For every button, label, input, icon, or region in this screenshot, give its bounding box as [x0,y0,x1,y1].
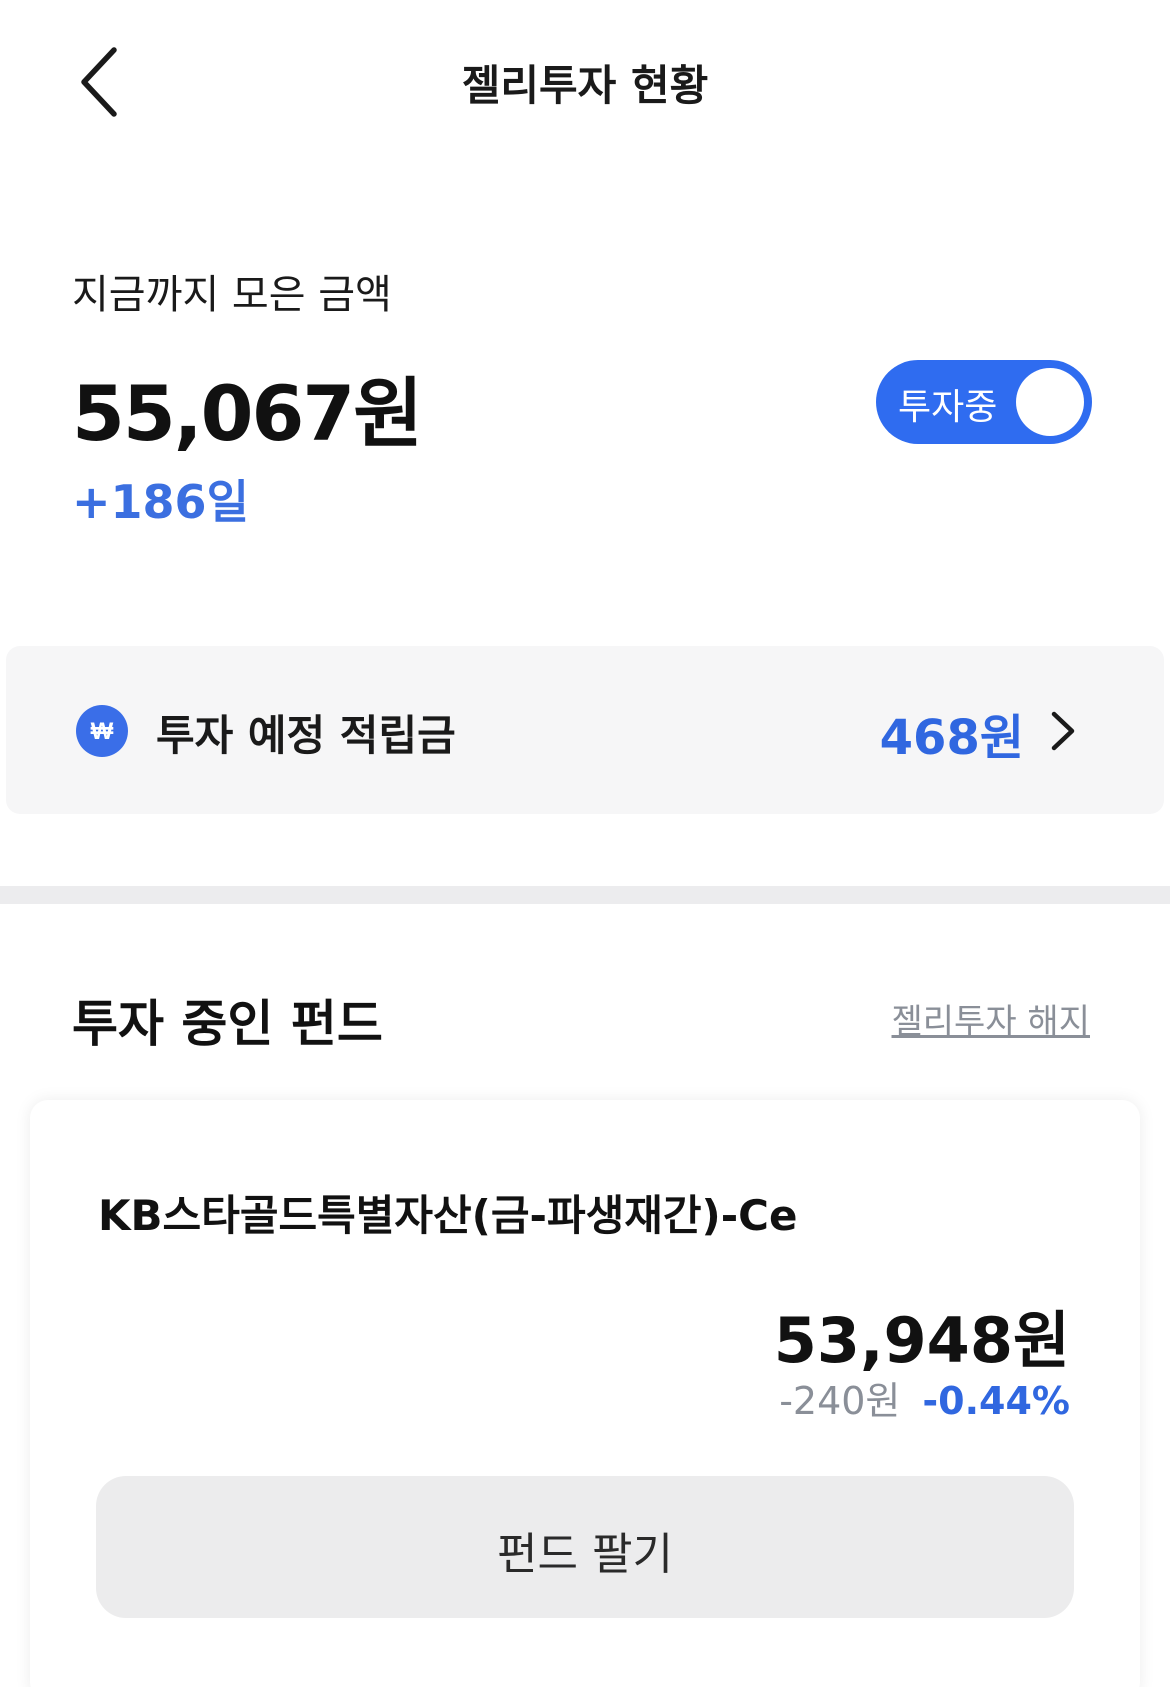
svg-text:₩: ₩ [91,718,114,745]
total-saved-label: 지금까지 모은 금액 [72,272,392,318]
top-bar: 젤리투자 현황 [0,0,1170,160]
toggle-knob [1016,368,1084,436]
investment-days: +186일 [72,475,249,529]
investing-toggle-label: 투자중 [898,387,998,428]
won-icon: ₩ [76,705,128,757]
page-title: 젤리투자 현황 [461,61,709,110]
fund-change: -240원 -0.44% [779,1370,1070,1425]
sell-fund-button[interactable]: 펀드 팔기 [96,1476,1074,1618]
funds-section-title: 투자 중인 펀드 [72,995,383,1053]
fund-change-rate: -0.44% [922,1379,1070,1423]
total-saved-label-wrap: 지금까지 모은 금액 [72,262,392,320]
fund-value: 53,948원 [773,1304,1070,1377]
chevron-right-icon [1048,706,1078,756]
pending-deposit-row[interactable]: ₩ 투자 예정 적립금 468원 [6,646,1164,814]
cancel-jelly-investment-link[interactable]: 젤리투자 해지 [892,994,1091,1043]
section-divider [0,886,1170,904]
fund-card: KB스타골드특별자산(금-파생재간)-Ce 53,948원 -240원 -0.44… [30,1100,1140,1687]
investing-toggle[interactable]: 투자중 [876,360,1092,444]
fund-change-amount: -240원 [779,1379,901,1423]
pending-deposit-label: 투자 예정 적립금 [156,711,456,760]
pending-deposit-amount: 468원 [879,710,1024,766]
sell-fund-button-label: 펀드 팔기 [497,1529,673,1580]
total-saved-amount: 55,067원 [72,369,423,458]
fund-name: KB스타골드특별자산(금-파생재간)-Ce [98,1191,798,1240]
